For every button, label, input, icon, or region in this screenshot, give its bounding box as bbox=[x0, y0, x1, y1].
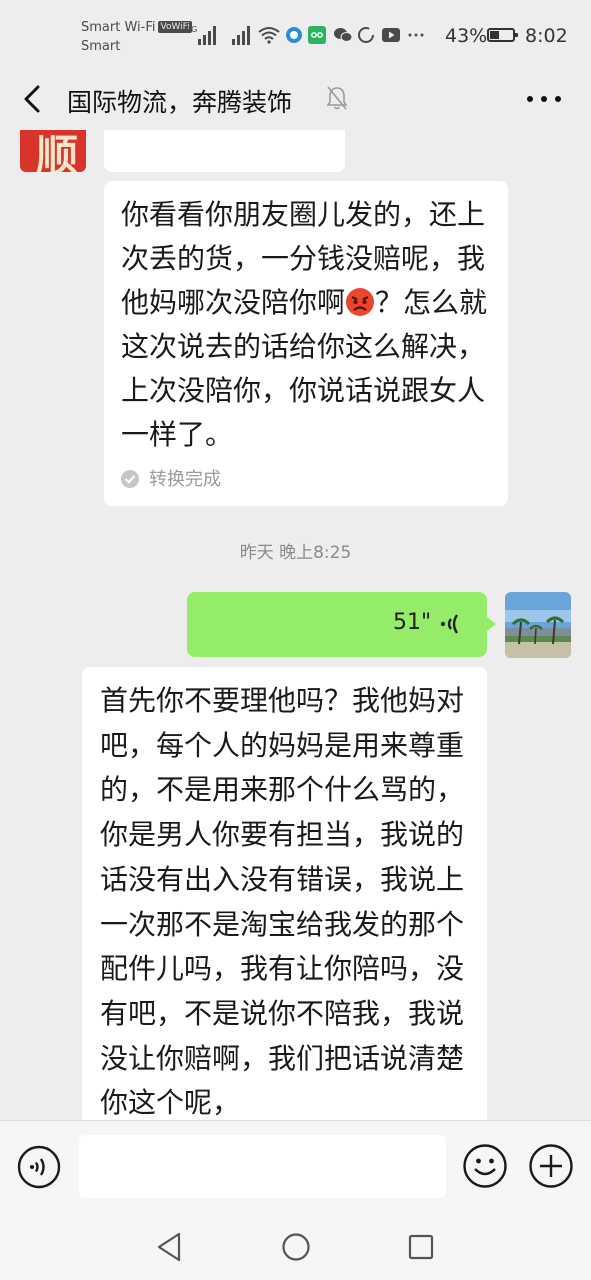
message-input-bar bbox=[0, 1120, 591, 1216]
triangle-back-icon[interactable] bbox=[155, 1231, 183, 1263]
chat-title: 国际物流，奔腾装饰 bbox=[67, 88, 293, 117]
status-bar: Smart Wi-Fi VoWiFi Smart 4G 43% 8:02 bbox=[0, 0, 591, 72]
contact-avatar[interactable]: 顺 bbox=[20, 130, 86, 172]
voice-transcript-outgoing[interactable]: 首先你不要理他吗？我他妈对吧，每个人的妈妈是用来尊重的，不是用来那个什么骂的，你… bbox=[82, 667, 487, 1120]
chat-header: 国际物流，奔腾装饰 bbox=[0, 72, 591, 130]
carrier-line1: Smart Wi-Fi bbox=[81, 20, 156, 35]
transcript-text-2: 首先你不要理他吗？我他妈对吧，每个人的妈妈是用来尊重的，不是用来那个什么骂的，你… bbox=[100, 684, 465, 1120]
circle-home-icon[interactable] bbox=[281, 1232, 311, 1262]
emoji-smile-icon[interactable] bbox=[462, 1143, 508, 1189]
square-recent-icon[interactable] bbox=[407, 1233, 435, 1261]
app-notification-icon bbox=[286, 27, 302, 43]
bell-muted-icon bbox=[326, 86, 348, 110]
angry-face-emoji-icon bbox=[346, 288, 375, 316]
voice-transcript-incoming[interactable]: 你看看你朋友圈儿发的，还上次丢的货，一分钱没赔呢，我他妈哪次没陪你啊 ？怎么就这次… bbox=[104, 181, 508, 506]
voice-wave-icon bbox=[128, 130, 156, 138]
carrier-line2: Smart bbox=[81, 39, 121, 54]
voice-input-icon[interactable] bbox=[17, 1145, 61, 1189]
voice-duration: 14 bbox=[270, 130, 298, 133]
loading-circle-icon bbox=[358, 27, 374, 43]
app-notification-2-icon bbox=[308, 26, 326, 44]
convert-status: 转换完成 bbox=[120, 467, 221, 493]
wechat-icon bbox=[334, 28, 353, 42]
more-notifications-icon bbox=[408, 33, 424, 37]
chat-message-list[interactable]: 顺 14 你看看你朋友圈儿发的，还上次丢的货，一分钱没赔呢，我他妈哪次没陪你啊？… bbox=[0, 130, 591, 1120]
voice-message-outgoing[interactable]: 51" bbox=[187, 592, 496, 657]
cellular-signal-2-icon bbox=[232, 26, 250, 45]
video-play-icon bbox=[382, 28, 400, 42]
network-type-label: 4G bbox=[186, 25, 197, 34]
voice-message-incoming[interactable]: 14 bbox=[104, 130, 345, 172]
transcript-text: 你看看你朋友圈儿发的，还上次丢的货，一分钱没赔呢，我他妈哪次没陪你啊 ？怎么就这次… bbox=[121, 193, 501, 457]
wifi-icon bbox=[258, 27, 280, 44]
check-circle-icon bbox=[121, 470, 139, 488]
convert-status-label: 转换完成 bbox=[149, 469, 221, 490]
voice-wave-icon bbox=[440, 614, 459, 634]
message-input[interactable] bbox=[79, 1135, 446, 1198]
voice-duration-mine: 51" bbox=[393, 610, 432, 635]
more-dots-icon[interactable] bbox=[524, 86, 564, 112]
clock: 8:02 bbox=[525, 25, 568, 47]
battery-icon bbox=[487, 28, 518, 42]
avatar-logo-text: 顺 bbox=[36, 131, 79, 172]
battery-percent: 43% bbox=[445, 25, 488, 47]
system-nav-bar bbox=[0, 1215, 591, 1280]
cellular-signal-icon: 4G bbox=[186, 25, 216, 45]
time-separator: 昨天 晚上8:25 bbox=[239, 543, 352, 563]
landscape-avatar-image bbox=[505, 592, 571, 658]
my-avatar[interactable] bbox=[505, 592, 571, 658]
back-arrow-icon[interactable] bbox=[16, 82, 50, 116]
carrier-info: Smart Wi-Fi VoWiFi Smart bbox=[81, 18, 192, 56]
plus-circle-icon[interactable] bbox=[528, 1143, 574, 1189]
battery-level-fill bbox=[490, 31, 500, 39]
